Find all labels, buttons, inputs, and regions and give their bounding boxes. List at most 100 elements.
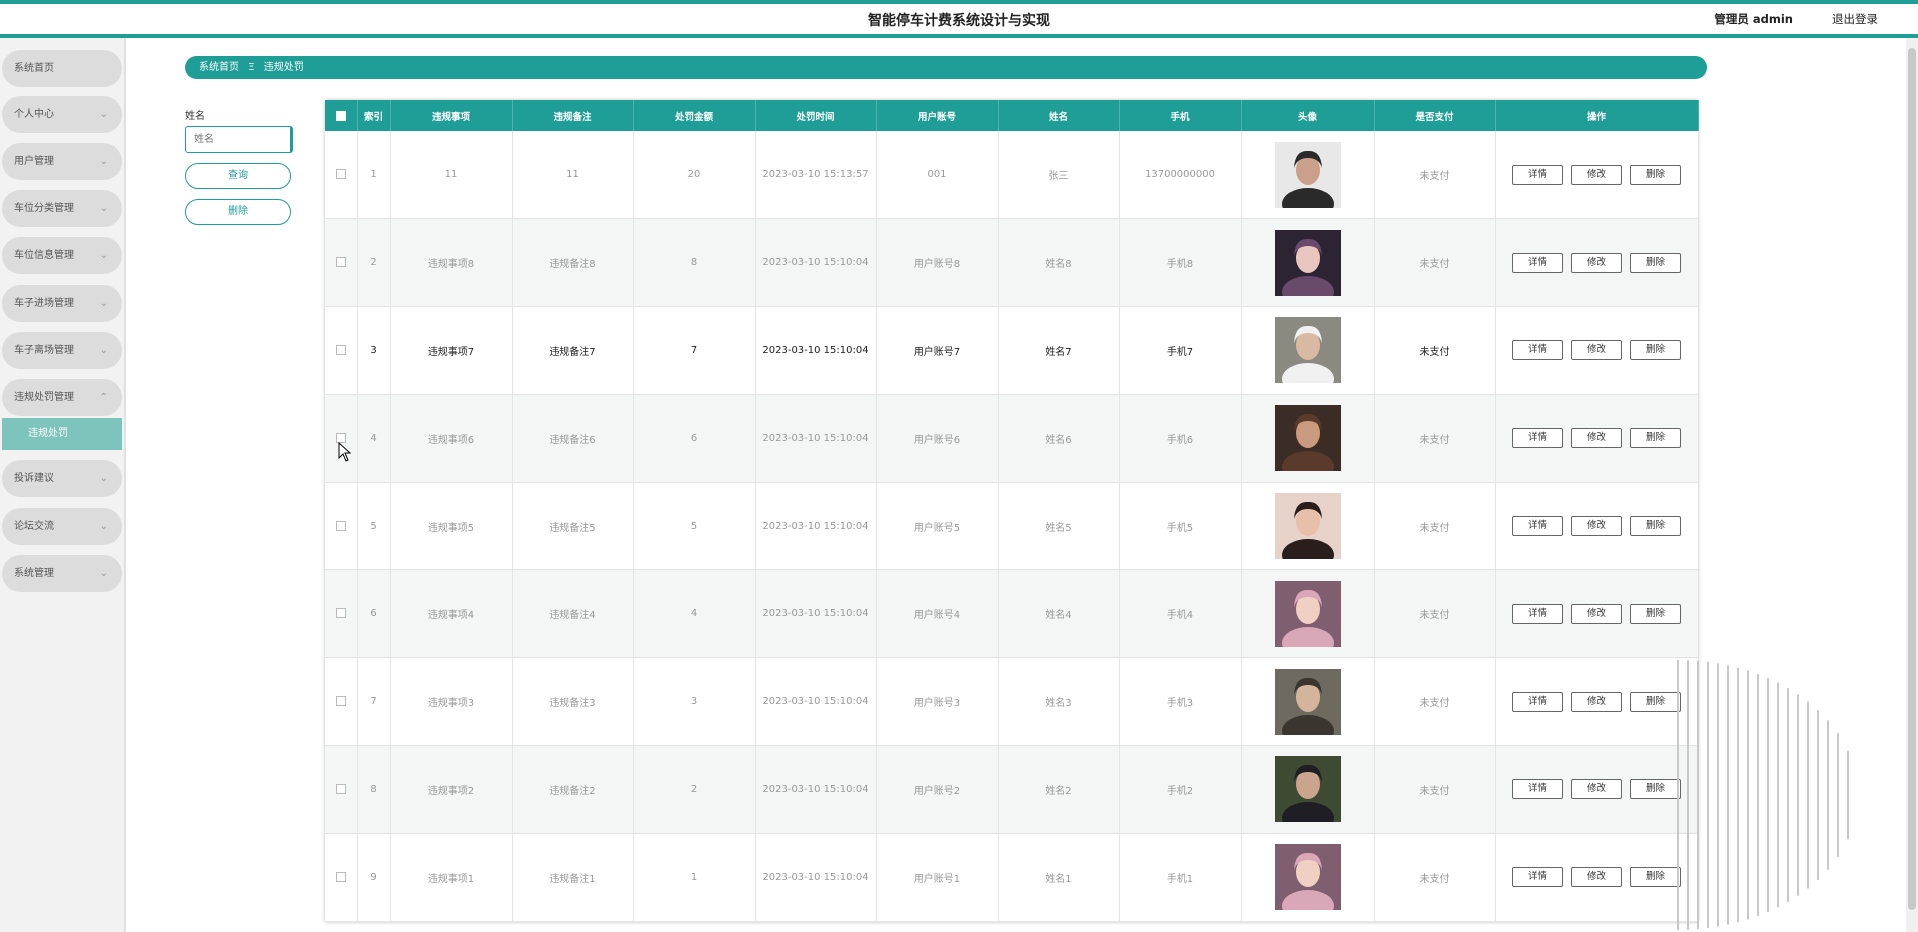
cell-user-account-text: 001 <box>927 169 947 181</box>
row-checkbox[interactable] <box>325 657 358 747</box>
detail-button[interactable]: 详情 <box>1512 779 1563 800</box>
cell-payment-status: 未支付 <box>1374 306 1496 395</box>
delete-button[interactable]: 删除 <box>1630 252 1681 273</box>
sidebar-item-label: 系统管理 <box>14 568 54 579</box>
cell-index-text: 6 <box>370 608 377 620</box>
cell-violation-note-text: 违规备注2 <box>549 785 596 797</box>
sidebar-item-label: 车位分类管理 <box>14 203 74 214</box>
breadcrumb-home[interactable]: 系统首页 <box>199 62 239 73</box>
detail-button[interactable]: 详情 <box>1512 516 1563 537</box>
edit-button[interactable]: 修改 <box>1571 428 1622 449</box>
cell-name-text: 姓名2 <box>1045 785 1072 797</box>
sidebar-item-system[interactable]: 系统管理 ⌄ <box>2 555 122 592</box>
table-header-row: 索引 违规事项 违规备注 处罚金额 处罚时间 用户账号 姓名 手机 头像 是否支… <box>325 100 1699 131</box>
cell-penalty-time: 2023-03-10 15:10:04 <box>755 306 877 395</box>
scrollbar-thumb[interactable] <box>1908 48 1916 910</box>
sidebar-item-users[interactable]: 用户管理 ⌄ <box>2 143 122 180</box>
delete-button[interactable]: 删除 <box>1630 516 1681 537</box>
cell-user-account: 用户账号1 <box>876 833 999 922</box>
cell-violation-item-text: 违规事项8 <box>427 259 475 271</box>
cell-payment-status-text: 未支付 <box>1419 698 1450 710</box>
logout-link[interactable]: 退出登录 <box>1832 11 1878 27</box>
sidebar-item-profile[interactable]: 个人中心 ⌄ <box>2 96 122 133</box>
edit-button[interactable]: 修改 <box>1571 252 1622 273</box>
table-row: 5 违规事项5 违规备注5 5 2023-03-10 15:10:04 用户账号5 姓名5 手… <box>325 482 1699 571</box>
table-row: 1 11 11 20 2023-03-10 15:13:57 001 张三 137000000… <box>325 131 1699 220</box>
app-title: 智能停车计费系统设计与实现 <box>868 13 1050 29</box>
select-all-checkbox[interactable] <box>325 100 358 131</box>
detail-button[interactable]: 详情 <box>1512 603 1563 624</box>
cell-payment-status-text: 未支付 <box>1419 171 1450 183</box>
delete-button[interactable]: 删除 <box>1630 164 1681 185</box>
sidebar-item-label: 车子离场管理 <box>14 345 74 356</box>
table-row: 8 违规事项2 违规备注2 2 2023-03-10 15:10:04 用户账号2 姓名2 手… <box>325 745 1699 834</box>
row-checkbox[interactable] <box>325 745 358 834</box>
sidebar-item-complaints[interactable]: 投诉建议 ⌄ <box>2 460 122 497</box>
column-header: 姓名 <box>998 100 1120 131</box>
cell-violation-item-text: 违规事项3 <box>427 698 475 710</box>
row-checkbox[interactable] <box>325 482 358 571</box>
delete-selected-button[interactable]: 删除 <box>185 199 291 225</box>
sidebar-item-car-exit[interactable]: 车子离场管理 ⌄ <box>2 332 122 369</box>
sidebar-subitem-violation-penalty[interactable]: 违规处罚 <box>2 418 122 450</box>
cell-penalty-amount-text: 7 <box>690 344 698 356</box>
cell-violation-item: 违规事项3 <box>390 657 513 747</box>
sidebar-item-space-category[interactable]: 车位分类管理 ⌄ <box>2 190 122 227</box>
current-user: 管理员 admin <box>1714 12 1793 26</box>
cell-user-account: 用户账号8 <box>876 218 999 308</box>
header: 智能停车计费系统设计与实现 管理员 admin 退出登录 <box>0 4 1918 34</box>
row-checkbox[interactable] <box>325 218 358 308</box>
column-header: 用户账号 <box>876 100 999 131</box>
edit-button[interactable]: 修改 <box>1571 516 1622 537</box>
header-divider <box>0 34 1918 38</box>
cell-penalty-time: 2023-03-10 15:13:57 <box>755 131 877 220</box>
sidebar-item-label: 论坛交流 <box>14 521 54 532</box>
cell-violation-note-text: 违规备注4 <box>549 610 596 622</box>
detail-button[interactable]: 详情 <box>1512 252 1563 273</box>
delete-button[interactable]: 删除 <box>1630 428 1681 449</box>
violation-table: 索引 违规事项 违规备注 处罚金额 处罚时间 用户账号 姓名 手机 头像 是否支… <box>325 100 1699 922</box>
cell-violation-note: 违规备注4 <box>512 569 634 659</box>
cell-name-text: 张三 <box>1048 171 1069 183</box>
cell-violation-note-text: 违规备注6 <box>549 434 596 446</box>
detail-button[interactable]: 详情 <box>1512 340 1563 361</box>
query-button[interactable]: 查询 <box>185 163 291 189</box>
edit-button[interactable]: 修改 <box>1571 603 1622 624</box>
detail-button[interactable]: 详情 <box>1512 164 1563 185</box>
cell-index: 6 <box>357 569 391 659</box>
row-checkbox[interactable] <box>325 131 358 220</box>
cell-user-account-text: 用户账号8 <box>913 259 961 271</box>
edit-button[interactable]: 修改 <box>1571 340 1622 361</box>
cell-violation-item-text: 违规事项2 <box>427 785 475 797</box>
cell-phone: 手机5 <box>1119 482 1242 571</box>
sidebar-item-home[interactable]: 系统首页 <box>2 50 122 87</box>
row-checkbox[interactable] <box>325 394 358 483</box>
cell-violation-item: 违规事项8 <box>390 218 513 308</box>
chevron-down-icon: ⌄ <box>99 156 108 167</box>
cell-name: 姓名6 <box>998 394 1120 483</box>
row-checkbox[interactable] <box>325 306 358 395</box>
column-header: 索引 <box>357 100 391 131</box>
user-avatar-image <box>1274 141 1341 208</box>
sidebar-item-violation[interactable]: 违规处罚管理 ⌃ <box>2 379 122 416</box>
cell-phone: 手机6 <box>1119 394 1242 483</box>
detail-button[interactable]: 详情 <box>1512 428 1563 449</box>
sidebar-item-forum[interactable]: 论坛交流 ⌄ <box>2 508 122 545</box>
cell-penalty-amount: 4 <box>633 569 756 659</box>
cell-violation-item: 违规事项4 <box>390 569 513 659</box>
row-checkbox[interactable] <box>325 833 358 922</box>
name-search-input[interactable] <box>185 126 293 153</box>
delete-button[interactable]: 删除 <box>1630 340 1681 361</box>
cell-penalty-time-text: 2023-03-10 15:10:04 <box>762 696 869 708</box>
sidebar-item-car-entry[interactable]: 车子进场管理 ⌄ <box>2 285 122 322</box>
delete-button[interactable]: 删除 <box>1630 603 1681 624</box>
detail-button[interactable]: 详情 <box>1512 867 1563 888</box>
sidebar-item-space-info[interactable]: 车位信息管理 ⌄ <box>2 237 122 274</box>
cell-violation-item-text: 违规事项7 <box>427 346 475 358</box>
row-checkbox[interactable] <box>325 569 358 659</box>
cell-penalty-time-text: 2023-03-10 15:10:04 <box>762 257 869 269</box>
detail-button[interactable]: 详情 <box>1512 691 1563 712</box>
page-scrollbar[interactable] <box>1906 38 1918 932</box>
cell-phone: 手机4 <box>1119 569 1242 659</box>
edit-button[interactable]: 修改 <box>1571 164 1622 185</box>
